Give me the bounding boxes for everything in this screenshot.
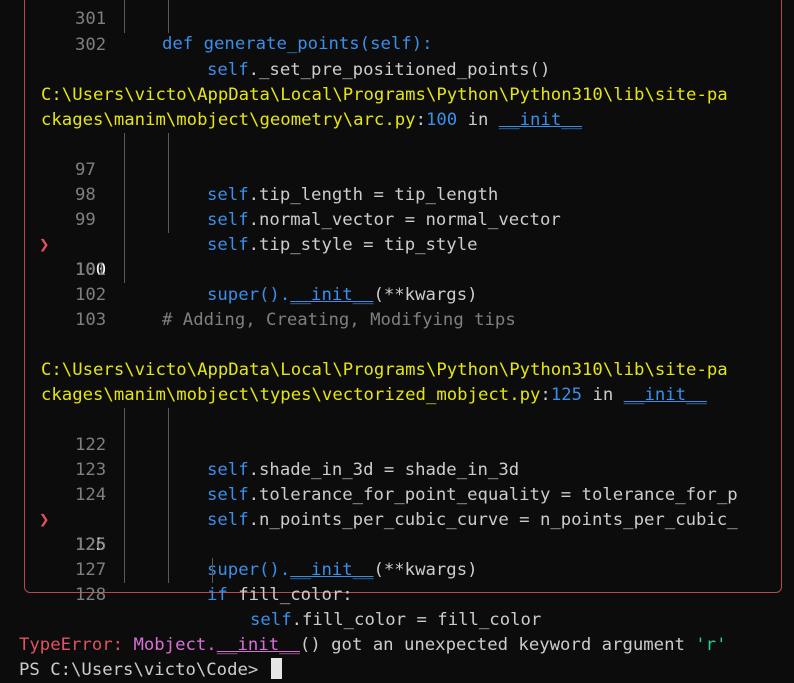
error-message: TypeError: Mobject.__init__() got an une… xyxy=(19,635,727,655)
frame1-path-line1[interactable]: C:\Users\victo\AppData\Local\Programs\Py… xyxy=(0,58,794,105)
frame2-file: ckages\manim\mobject\types\vectorized_mo… xyxy=(41,385,541,405)
code-line-123: 123 self.tolerance_for_point_equality = … xyxy=(75,460,738,505)
frame1-file: ckages\manim\mobject\geometry\arc.py xyxy=(41,110,416,130)
prompt-text: PS C:\Users\victo\Code> xyxy=(19,660,269,680)
code-line-partial: 301 def generate_points(self): xyxy=(75,9,433,54)
indent-guide xyxy=(168,0,169,33)
code-line-126: 126 xyxy=(75,535,107,555)
code-line-100-current: ❯ 100 super().__init__(**kwargs) xyxy=(39,235,478,305)
text-cursor xyxy=(270,658,282,679)
shell-prompt[interactable]: PS C:\Users\victo\Code> xyxy=(0,633,794,680)
code-line-103: 103 xyxy=(75,310,107,330)
indent-guide xyxy=(124,0,125,33)
indent-guide xyxy=(124,133,125,283)
frame1-func: __init__ xyxy=(498,110,583,130)
frame2-path-line1[interactable]: C:\Users\victo\AppData\Local\Programs\Py… xyxy=(0,333,794,380)
code-line-124: 124 self.n_points_per_cubic_curve = n_po… xyxy=(75,485,738,530)
code-line-302: 302 self._set_pre_positioned_points() xyxy=(75,35,551,80)
indent-guide xyxy=(168,133,169,233)
frame1-path-line2[interactable]: ckages\manim\mobject\geometry\arc.py:100… xyxy=(0,83,794,130)
frame2-func: __init__ xyxy=(623,385,707,405)
code-line-99: 99 self.tip_style = tip_style xyxy=(75,210,478,255)
frame2-path-line2[interactable]: ckages\manim\mobject\types\vectorized_mo… xyxy=(0,358,794,405)
code-line-122: 122 self.shade_in_3d = shade_in_3d xyxy=(75,435,520,480)
code-line-101: 101 xyxy=(75,260,107,280)
indent-guide xyxy=(168,408,169,583)
code-line-102: 102 # Adding, Creating, Modifying tips xyxy=(75,285,516,330)
indent-guide xyxy=(124,408,125,583)
code-line-97: 97 self.tip_length = tip_length xyxy=(75,160,499,205)
code-line-98: 98 self.normal_vector = normal_vector xyxy=(75,185,561,230)
code-line-125-current: ❯ 125 super().__init__(**kwargs) xyxy=(39,510,478,580)
code-line-128: 128 self.fill_color = fill_color xyxy=(75,585,542,630)
frame2-lineno: 125 xyxy=(550,385,583,405)
code-line-127: 127 if fill_color: xyxy=(75,560,353,605)
frame1-lineno: 100 xyxy=(425,110,458,130)
indent-guide xyxy=(212,558,213,583)
